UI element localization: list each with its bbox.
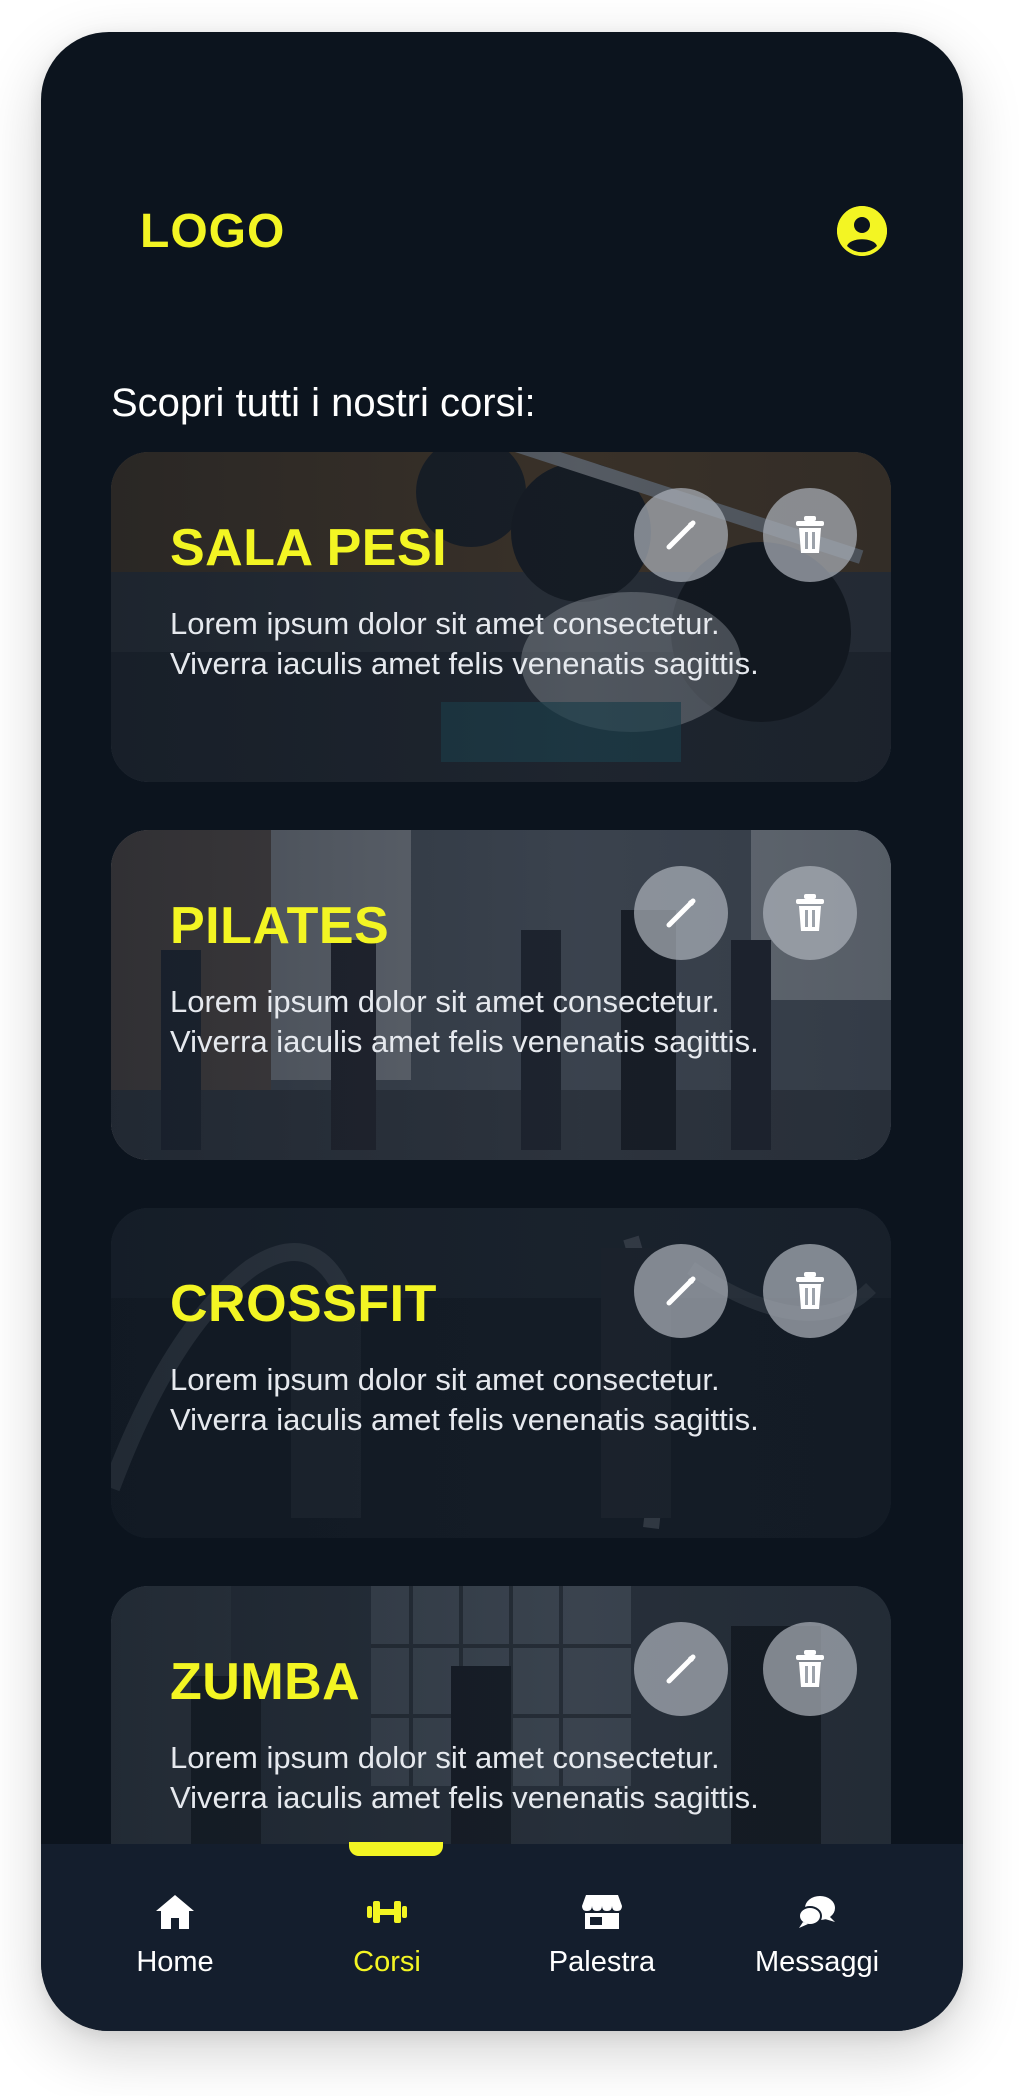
course-title: CROSSFIT — [170, 1275, 437, 1333]
tab-messaggi[interactable]: Messaggi — [702, 1844, 932, 2031]
tab-palestra[interactable]: Palestra — [487, 1844, 717, 2031]
dumbbell-icon — [367, 1901, 407, 1923]
trash-icon — [796, 1272, 824, 1309]
trash-icon — [796, 516, 824, 553]
bottom-tab-bar: Home Corsi Palestra Messaggi — [41, 1844, 963, 2031]
user-circle-icon[interactable] — [837, 206, 887, 256]
phone-screen: LOGO Scopri tutti i nostri corsi: SALA P… — [41, 32, 963, 2031]
edit-button[interactable] — [634, 1244, 728, 1338]
delete-button[interactable] — [763, 1244, 857, 1338]
delete-button[interactable] — [763, 866, 857, 960]
tab-label: Home — [136, 1946, 214, 1978]
course-description: Lorem ipsum dolor sit amet consectetur. … — [170, 984, 759, 1059]
course-card-zumba[interactable]: ZUMBA Lorem ipsum dolor sit amet consect… — [111, 1586, 891, 1844]
store-icon — [582, 1895, 622, 1929]
pencil-icon — [666, 1654, 696, 1684]
tab-corsi[interactable]: Corsi — [272, 1844, 502, 2031]
user-circle-icon-graphic — [837, 206, 887, 256]
trash-icon — [796, 1650, 824, 1687]
pencil-icon — [666, 520, 696, 550]
course-card-crossfit[interactable]: CROSSFIT Lorem ipsum dolor sit amet cons… — [111, 1208, 891, 1538]
tab-home[interactable]: Home — [60, 1844, 290, 2031]
tab-label: Messaggi — [754, 1946, 880, 1978]
delete-button[interactable] — [763, 1622, 857, 1716]
course-title: SALA PESI — [170, 519, 448, 577]
edit-button[interactable] — [634, 488, 728, 582]
home-icon — [156, 1895, 194, 1929]
course-title: ZUMBA — [170, 1653, 361, 1711]
delete-button[interactable] — [763, 488, 857, 582]
tab-label: Palestra — [548, 1946, 656, 1978]
course-card-pilates[interactable]: PILATES Lorem ipsum dolor sit amet conse… — [111, 830, 891, 1160]
edit-button[interactable] — [634, 1622, 728, 1716]
pencil-icon — [666, 1276, 696, 1306]
edit-button[interactable] — [634, 866, 728, 960]
page-title: Scopri tutti i nostri corsi: — [111, 381, 536, 425]
pencil-icon — [666, 898, 696, 928]
courses-scroll-area[interactable]: LOGO Scopri tutti i nostri corsi: SALA P… — [41, 32, 963, 1844]
chat-bubbles-icon — [798, 1896, 835, 1928]
course-description: Lorem ipsum dolor sit amet consectetur. … — [170, 1740, 759, 1815]
logo: LOGO — [140, 205, 286, 258]
course-card-sala-pesi[interactable]: SALA PESI Lorem ipsum dolor sit amet con… — [111, 452, 891, 782]
active-tab-indicator — [349, 1842, 443, 1856]
course-description: Lorem ipsum dolor sit amet consectetur. … — [170, 1362, 759, 1437]
trash-icon — [796, 894, 824, 931]
tab-label: Corsi — [353, 1946, 421, 1978]
course-description: Lorem ipsum dolor sit amet consectetur. … — [170, 606, 759, 681]
course-title: PILATES — [170, 897, 390, 955]
